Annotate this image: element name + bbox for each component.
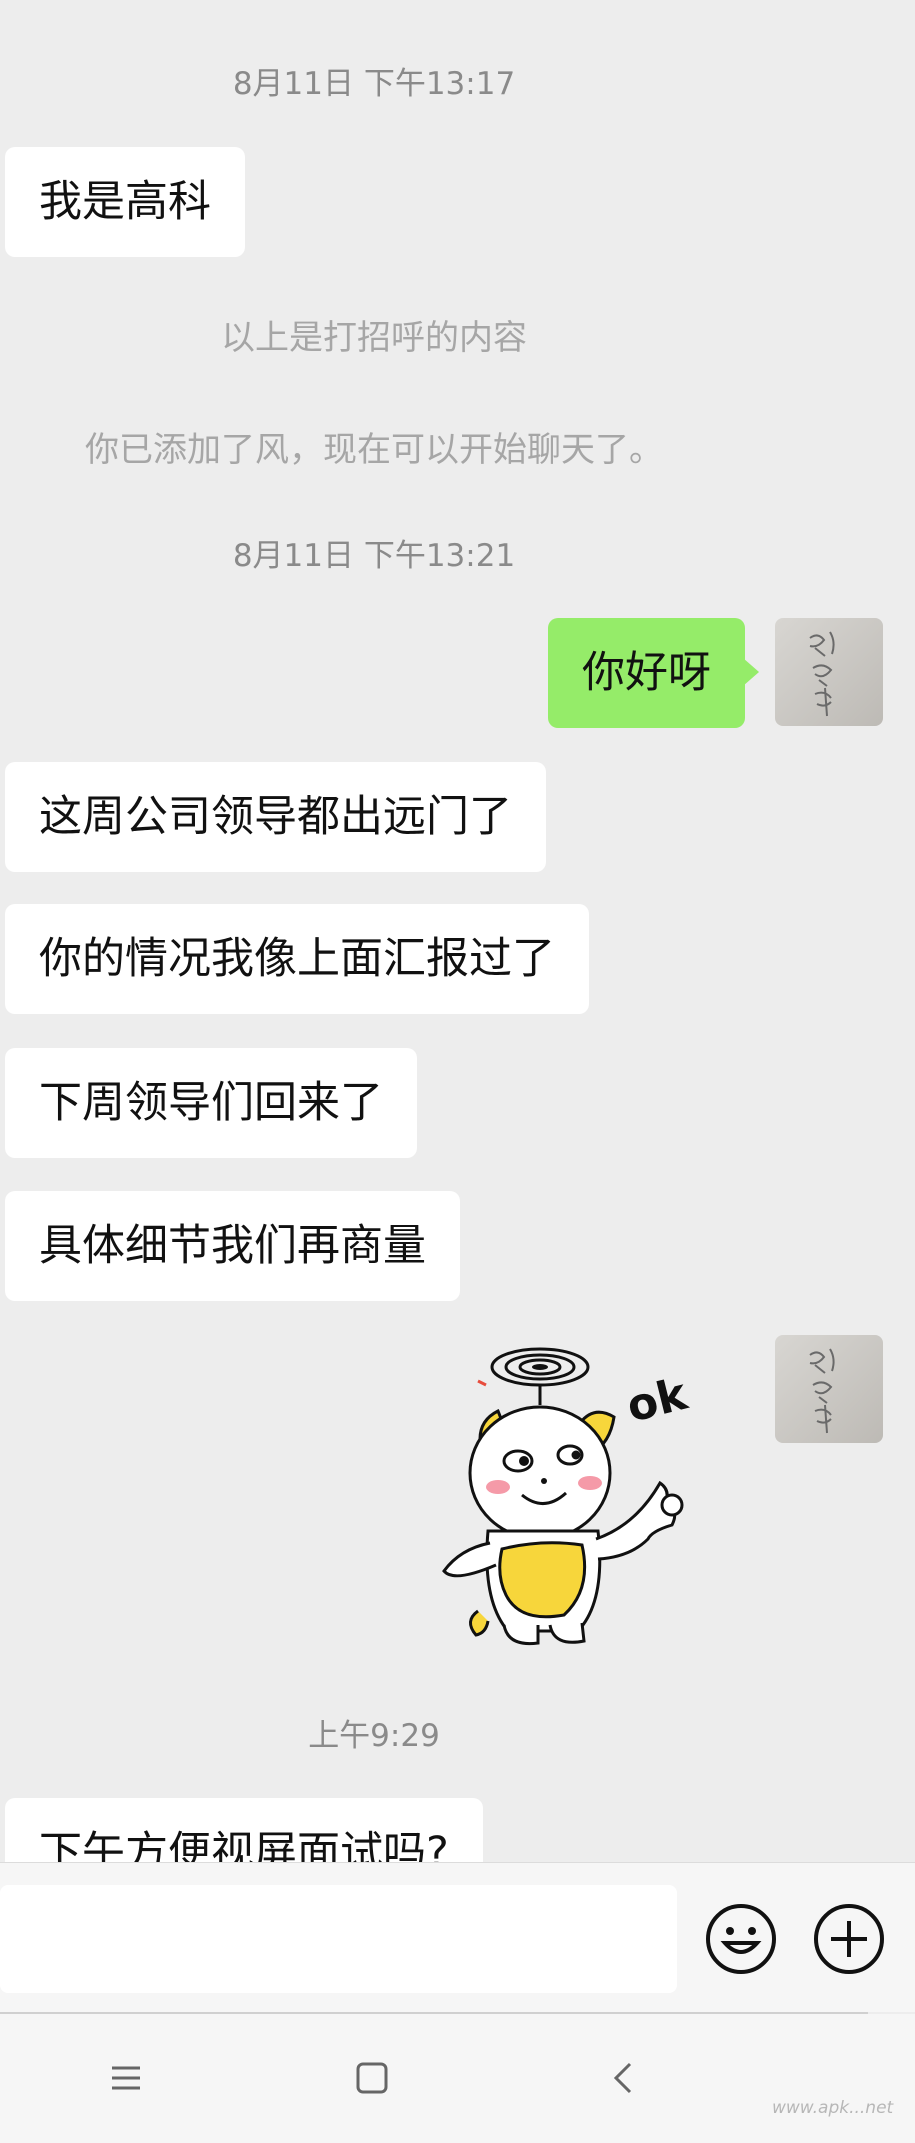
message-list-overflow: 下午方便视屏面试吗? (0, 1790, 915, 1862)
back-chevron-icon[interactable] (606, 2060, 642, 2096)
halo-spiral-icon (477, 1347, 590, 1405)
incoming-message-bubble[interactable]: 具体细节我们再商量 (5, 1191, 460, 1301)
chat-input-bar (0, 1862, 915, 2012)
system-notice: 以上是打招呼的内容 (221, 318, 527, 358)
smiley-face-icon[interactable] (705, 1903, 777, 1975)
chat-screen: 8月11日 下午13:17 我是高科 以上是打招呼的内容 你已添加了风，现在可以… (0, 0, 915, 2143)
home-square-icon[interactable] (354, 2060, 390, 2096)
handwriting-avatar-image (809, 1348, 835, 1434)
incoming-message-bubble[interactable]: 你的情况我像上面汇报过了 (5, 904, 589, 1014)
outgoing-message-text: 你好呀 (582, 648, 711, 698)
incoming-message-bubble[interactable]: 下午方便视屏面试吗? (5, 1798, 483, 1862)
timestamp: 8月11日 下午13:21 (232, 538, 516, 574)
plus-circle-icon[interactable] (813, 1903, 885, 1975)
incoming-message-bubble[interactable]: 下周领导们回来了 (5, 1048, 417, 1158)
timestamp: 上午9:29 (308, 1718, 440, 1754)
system-navigation-bar (0, 2014, 915, 2143)
handwriting-avatar-image (809, 631, 835, 717)
incoming-message-bubble[interactable]: 我是高科 (5, 147, 245, 257)
watermark: www.apk...net (772, 2098, 894, 2118)
user-avatar[interactable] (775, 1335, 883, 1443)
system-notice: 你已添加了风，现在可以开始聊天了。 (85, 430, 663, 470)
ok-dog-sticker[interactable]: ok (440, 1335, 740, 1655)
outgoing-message-bubble[interactable]: 你好呀 (548, 618, 759, 728)
menu-lines-icon[interactable] (108, 2060, 144, 2096)
message-input[interactable] (0, 1885, 677, 1993)
bubble-tail (743, 658, 759, 686)
incoming-message-bubble[interactable]: 这周公司领导都出远门了 (5, 762, 546, 872)
timestamp: 8月11日 下午13:17 (232, 66, 516, 102)
sticker-ok-text: ok (622, 1368, 694, 1432)
user-avatar[interactable] (775, 618, 883, 726)
